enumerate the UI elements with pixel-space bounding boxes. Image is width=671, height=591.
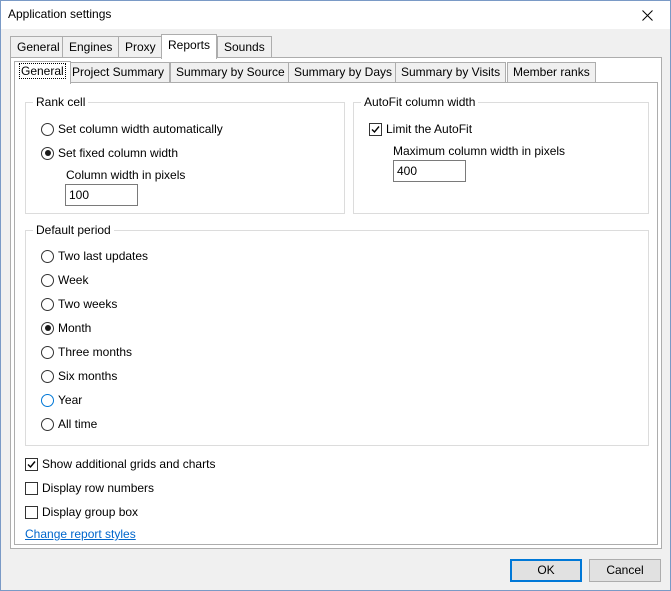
- radio-circle: [41, 249, 54, 263]
- radio-circle: [41, 146, 54, 160]
- window-title: Application settings: [8, 7, 112, 21]
- subtab-summary-by-source[interactable]: Summary by Source: [170, 62, 291, 83]
- radio-week[interactable]: Week: [41, 272, 88, 288]
- column-width-label: Column width in pixels: [66, 168, 186, 182]
- default-period-title: Default period: [33, 223, 114, 237]
- show-grids-checkbox[interactable]: Show additional grids and charts: [25, 456, 215, 472]
- radio-circle: [41, 321, 54, 335]
- change-report-styles-link[interactable]: Change report styles: [25, 527, 136, 541]
- subtab-general[interactable]: General: [14, 61, 71, 84]
- radio-three-months[interactable]: Three months: [41, 344, 132, 360]
- group-box-checkbox[interactable]: Display group box: [25, 504, 138, 520]
- subtab-summary-by-days[interactable]: Summary by Days: [288, 62, 399, 83]
- radio-year[interactable]: Year: [41, 392, 82, 408]
- radio-two-weeks[interactable]: Two weeks: [41, 296, 117, 312]
- limit-autofit-checkbox[interactable]: Limit the AutoFit: [369, 121, 472, 137]
- radio-all-time[interactable]: All time: [41, 416, 97, 432]
- autofit-title: AutoFit column width: [361, 95, 479, 109]
- tab-proxy[interactable]: Proxy: [118, 36, 163, 58]
- max-width-input[interactable]: 400: [393, 160, 466, 182]
- radio-circle: [41, 393, 54, 407]
- rank-cell-group: Rank cell Set column width automatically…: [25, 95, 345, 214]
- cancel-button[interactable]: Cancel: [589, 559, 661, 582]
- tab-sounds[interactable]: Sounds: [217, 36, 272, 58]
- max-width-label: Maximum column width in pixels: [393, 144, 566, 158]
- radio-fixed-width[interactable]: Set fixed column width: [41, 145, 178, 161]
- column-width-input[interactable]: 100: [65, 184, 138, 206]
- row-numbers-checkbox[interactable]: Display row numbers: [25, 480, 154, 496]
- tab-general[interactable]: General: [10, 36, 67, 58]
- check-icon: [371, 125, 380, 133]
- radio-month[interactable]: Month: [41, 320, 91, 336]
- general-sub-panel: Rank cell Set column width automatically…: [14, 82, 658, 545]
- radio-circle: [41, 122, 54, 136]
- default-period-group: Default period Two last updates Week Two…: [25, 223, 649, 446]
- subtab-summary-by-visits[interactable]: Summary by Visits: [395, 62, 507, 83]
- reports-tab-panel: General Project Summary Summary by Sourc…: [10, 57, 662, 549]
- radio-auto-width[interactable]: Set column width automatically: [41, 121, 223, 137]
- checkbox-box: [369, 122, 382, 136]
- radio-circle: [41, 345, 54, 359]
- radio-circle: [41, 297, 54, 311]
- check-icon: [27, 460, 36, 468]
- checkbox-box: [25, 457, 38, 471]
- radio-circle: [41, 369, 54, 383]
- subtab-project-summary[interactable]: Project Summary: [66, 62, 171, 83]
- radio-two-last-updates[interactable]: Two last updates: [41, 248, 148, 264]
- subtab-member-ranks[interactable]: Member ranks: [507, 62, 596, 83]
- tab-reports[interactable]: Reports: [161, 34, 218, 59]
- checkbox-box: [25, 481, 38, 495]
- ok-button[interactable]: OK: [510, 559, 582, 582]
- autofit-group: AutoFit column width Limit the AutoFit M…: [353, 95, 649, 214]
- radio-circle: [41, 417, 54, 431]
- radio-six-months[interactable]: Six months: [41, 368, 117, 384]
- rank-cell-title: Rank cell: [33, 95, 89, 109]
- checkbox-box: [25, 505, 38, 519]
- close-icon: [641, 9, 653, 21]
- close-button[interactable]: [624, 1, 670, 29]
- settings-window: Application settings General Engines Pro…: [0, 0, 671, 591]
- tab-engines[interactable]: Engines: [62, 36, 120, 58]
- radio-circle: [41, 273, 54, 287]
- title-bar: Application settings: [1, 1, 670, 29]
